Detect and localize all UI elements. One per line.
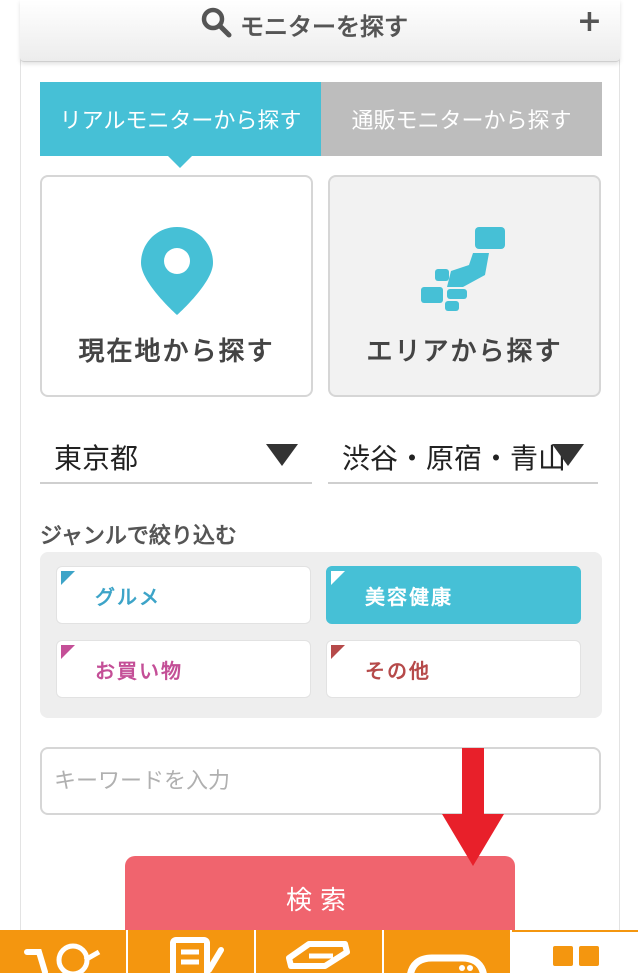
method-label: 現在地から探す <box>78 337 275 367</box>
bottom-navigation <box>0 930 638 973</box>
nav-cart-points[interactable] <box>0 930 128 973</box>
dropdown-arrow-icon <box>266 444 298 466</box>
search-type-tabs: リアルモニターから探す 通販モニターから探す <box>40 82 602 168</box>
genre-beauty-health-button[interactable]: 美容健康 <box>326 566 581 624</box>
corner-marker <box>61 571 75 585</box>
keyword-input[interactable] <box>40 747 601 815</box>
prefecture-select[interactable]: 東京都 <box>40 432 312 484</box>
section-header[interactable]: モニターを探す + <box>20 0 620 62</box>
nav-box[interactable] <box>256 930 384 973</box>
genre-label: 美容健康 <box>365 584 453 609</box>
grid-menu-icon <box>553 946 599 966</box>
gamepad-icon <box>407 954 487 973</box>
japan-map-icon <box>417 221 513 321</box>
prefecture-value: 東京都 <box>54 442 139 475</box>
document-edit-icon <box>170 937 224 973</box>
area-value: 渋谷・原宿・青山 <box>342 442 567 475</box>
plus-icon[interactable]: + <box>577 4 602 39</box>
genre-filter-panel: グルメ 美容健康 お買い物 その他 <box>40 552 602 718</box>
corner-marker <box>331 645 345 659</box>
tab-mail-order-monitor[interactable]: 通販モニターから探す <box>321 82 602 156</box>
corner-marker <box>61 645 75 659</box>
location-pin-icon <box>139 221 215 321</box>
dropdown-arrow-icon <box>552 444 584 466</box>
box-icon <box>286 941 350 969</box>
genre-shopping-button[interactable]: お買い物 <box>56 640 311 698</box>
cart-points-icon <box>24 943 101 973</box>
tab-real-monitor[interactable]: リアルモニターから探す <box>40 82 321 168</box>
genre-label: その他 <box>365 658 431 683</box>
header-title-group: モニターを探す <box>200 6 408 42</box>
page-title: モニターを探す <box>240 12 408 41</box>
method-label: エリアから探す <box>366 337 563 367</box>
genre-gourmet-button[interactable]: グルメ <box>56 566 311 624</box>
search-icon <box>200 6 232 42</box>
area-select[interactable]: 渋谷・原宿・青山 <box>328 432 598 484</box>
nav-document[interactable] <box>128 930 256 973</box>
search-by-current-location-button[interactable]: 現在地から探す <box>40 175 313 397</box>
genre-label: グルメ <box>95 584 161 609</box>
search-button-label: 検索 <box>285 885 354 915</box>
nav-menu[interactable] <box>512 930 638 973</box>
nav-game[interactable] <box>384 930 512 973</box>
corner-marker <box>331 571 345 585</box>
annotation-arrow-icon <box>442 748 504 866</box>
search-by-area-button[interactable]: エリアから探す <box>328 175 601 397</box>
tab-label: リアルモニターから探す <box>59 109 302 134</box>
genre-other-button[interactable]: その他 <box>326 640 581 698</box>
genre-label: お買い物 <box>95 658 183 683</box>
tab-label: 通販モニターから探す <box>351 109 572 134</box>
genre-filter-title: ジャンルで絞り込む <box>40 524 237 549</box>
